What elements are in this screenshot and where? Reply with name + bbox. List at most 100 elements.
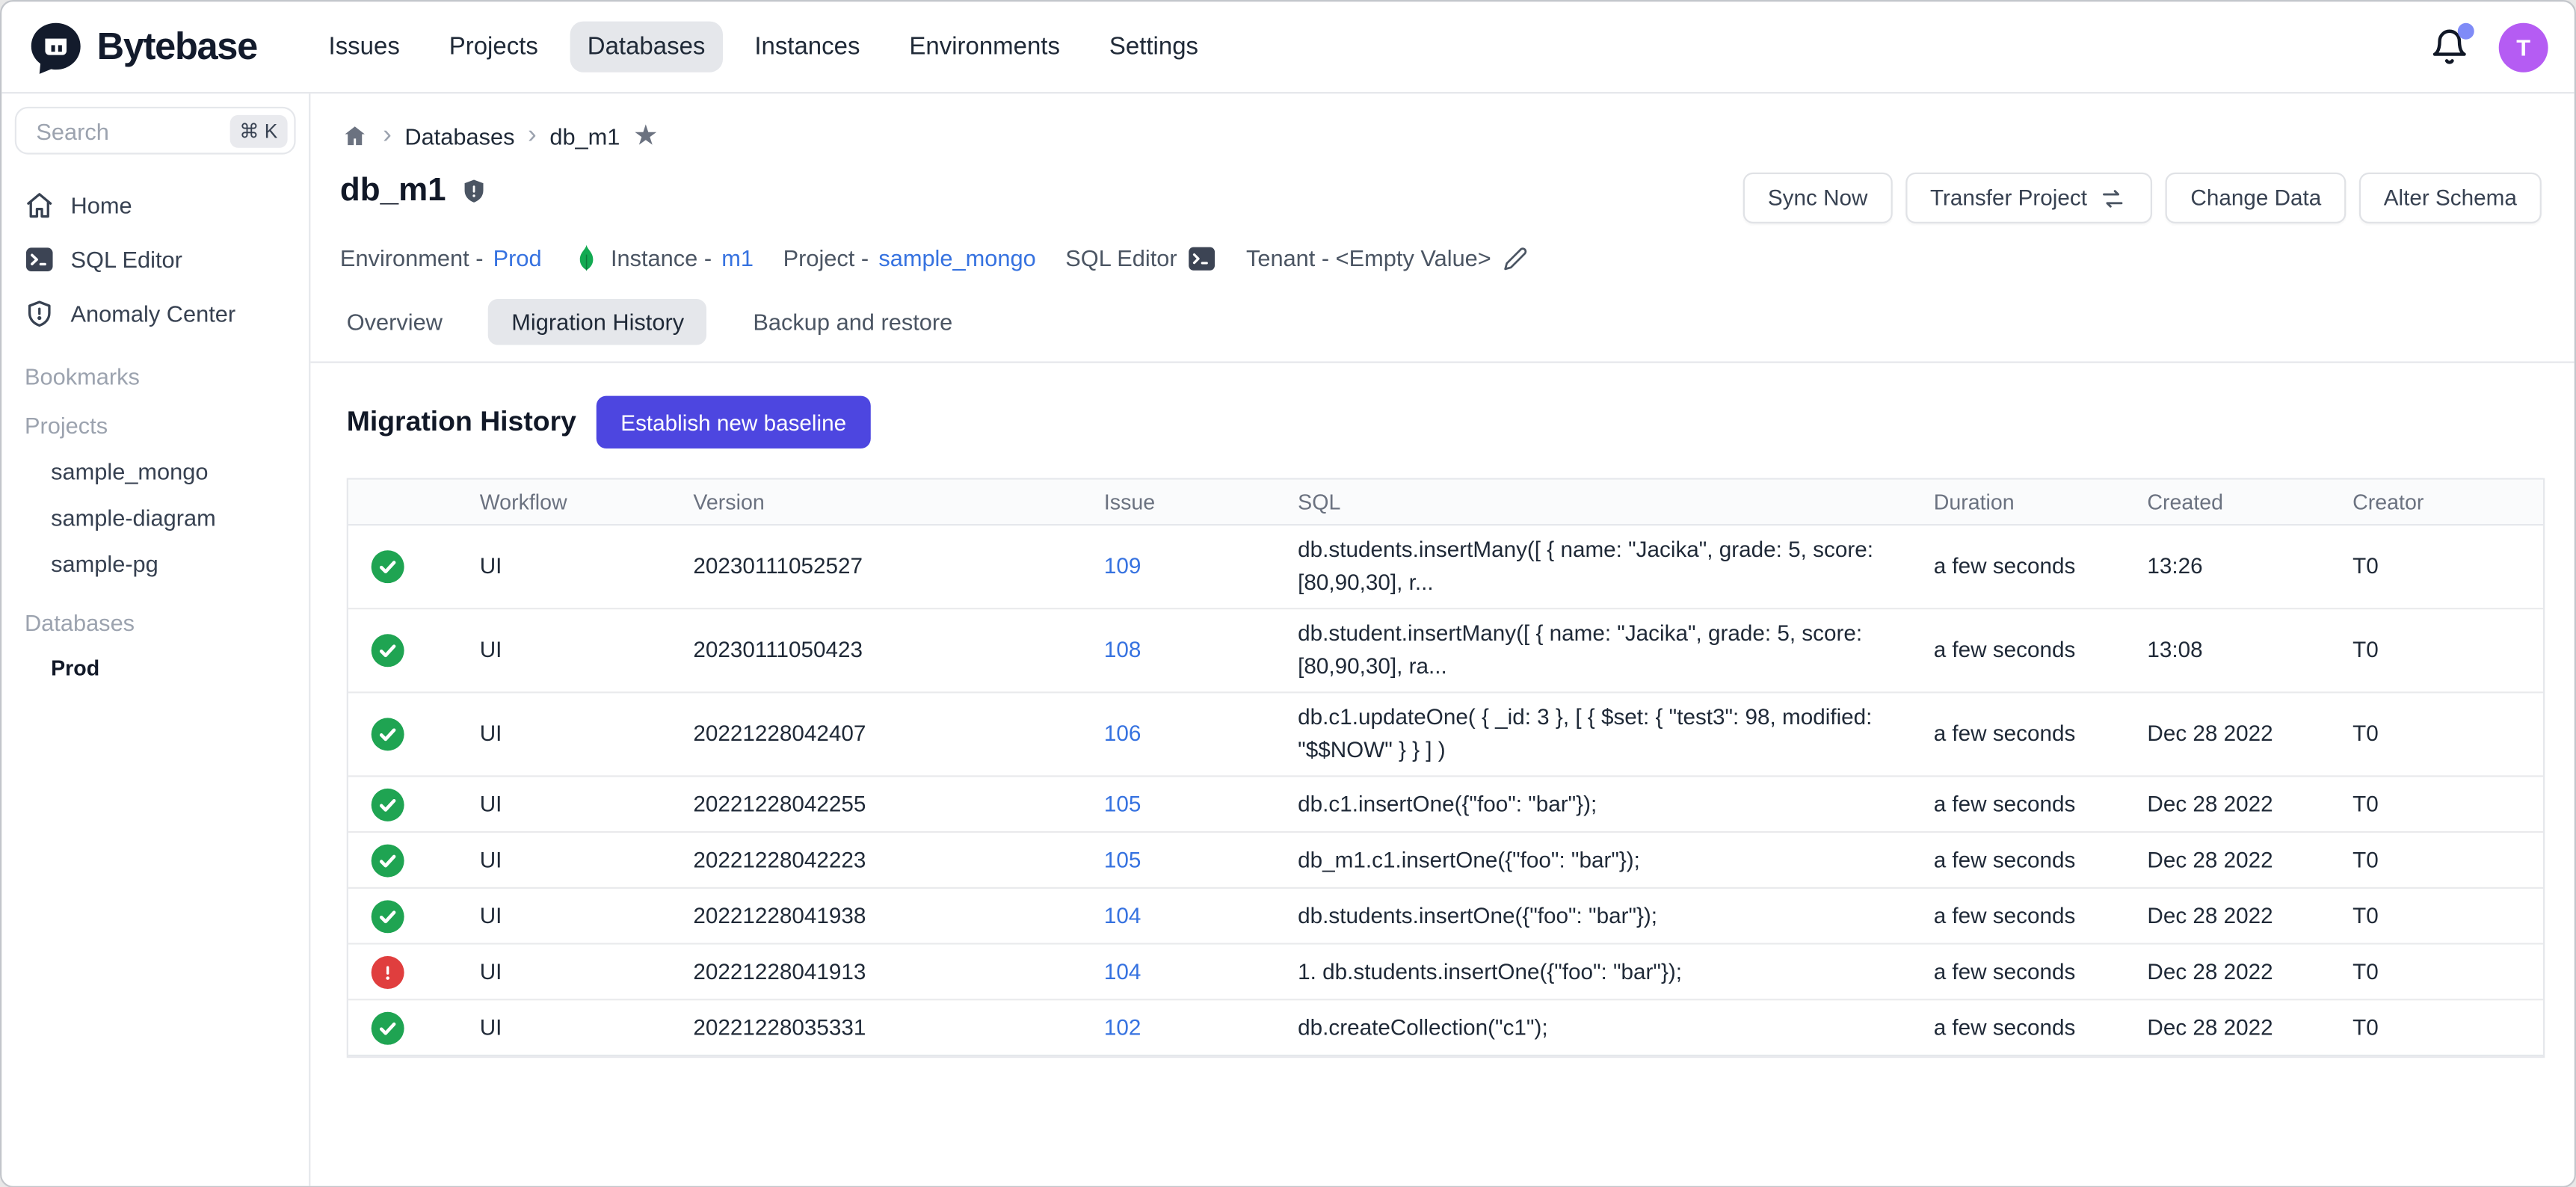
tab-backup-and-restore[interactable]: Backup and restore: [750, 299, 956, 345]
search-box[interactable]: ⌘ K: [15, 107, 296, 155]
sync-now-button[interactable]: Sync Now: [1743, 173, 1893, 223]
home-icon: [25, 190, 55, 220]
column-issue: Issue: [1078, 490, 1272, 514]
issue-link[interactable]: 105: [1104, 791, 1141, 816]
migration-history-table: Workflow Version Issue SQL Duration Crea…: [347, 478, 2545, 1058]
change-data-button[interactable]: Change Data: [2166, 173, 2346, 223]
notification-bell-button[interactable]: [2429, 27, 2469, 67]
cell-version: 20230111050423: [667, 634, 1077, 667]
brand-name: Bytebase: [97, 25, 257, 69]
cell-sql: db.c1.updateOne( { _id: 3 }, [ { $set: {…: [1272, 701, 1908, 767]
cell-sql: 1. db.students.insertOne({"foo": "bar"})…: [1272, 955, 1908, 988]
issue-link[interactable]: 109: [1104, 554, 1141, 579]
main-nav: Issues Projects Databases Instances Envi…: [310, 22, 2429, 73]
sidebar-project-sample-mongo[interactable]: sample_mongo: [15, 448, 296, 495]
shield-alert-badge-icon[interactable]: [459, 176, 489, 206]
cell-duration: a few seconds: [1908, 844, 2121, 877]
nav-projects[interactable]: Projects: [431, 22, 556, 73]
establish-baseline-button[interactable]: Establish new baseline: [596, 396, 871, 448]
page-title: db_m1: [340, 173, 489, 211]
breadcrumb-db-m1[interactable]: db_m1: [549, 123, 620, 149]
table-row: UI20230111050423108db.student.insertMany…: [348, 609, 2543, 693]
nav-instances[interactable]: Instances: [736, 22, 878, 73]
breadcrumb-home-icon[interactable]: [340, 122, 370, 152]
cell-sql: db.students.insertMany([ { name: "Jacika…: [1272, 534, 1908, 599]
environment-link[interactable]: Prod: [493, 244, 542, 271]
cell-issue: 102: [1078, 1011, 1272, 1044]
issue-link[interactable]: 104: [1104, 903, 1141, 928]
sidebar-item-sql-editor[interactable]: SQL Editor: [15, 232, 296, 286]
alter-schema-button[interactable]: Alter Schema: [2359, 173, 2542, 223]
table-row: UI20221228041938104db.students.insertOne…: [348, 889, 2543, 945]
nav-settings[interactable]: Settings: [1091, 22, 1216, 73]
cell-issue: 109: [1078, 550, 1272, 583]
sidebar-section-databases: Databases: [15, 609, 296, 635]
cell-created: Dec 28 2022: [2121, 899, 2326, 932]
sidebar-item-anomaly-center[interactable]: Anomaly Center: [15, 286, 296, 340]
column-workflow: Workflow: [454, 490, 668, 514]
cell-duration: a few seconds: [1908, 788, 2121, 821]
cell-workflow: UI: [454, 550, 668, 583]
breadcrumb-databases[interactable]: Databases: [404, 123, 514, 149]
cell-issue: 106: [1078, 718, 1272, 750]
issue-link[interactable]: 106: [1104, 721, 1141, 746]
cell-status: [348, 634, 454, 667]
avatar[interactable]: T: [2499, 22, 2548, 72]
mongodb-leaf-icon: [571, 243, 601, 273]
sidebar-project-sample-pg[interactable]: sample-pg: [15, 540, 296, 587]
nav-issues[interactable]: Issues: [310, 22, 418, 73]
sidebar-item-label: Home: [71, 191, 132, 218]
cell-duration: a few seconds: [1908, 955, 2121, 988]
bookmark-star-icon[interactable]: ★: [633, 120, 659, 152]
issue-link[interactable]: 104: [1104, 958, 1141, 983]
cell-sql: db.student.insertMany([ { name: "Jacika"…: [1272, 617, 1908, 683]
cell-created: Dec 28 2022: [2121, 844, 2326, 877]
cell-version: 20221228042255: [667, 788, 1077, 821]
cell-workflow: UI: [454, 844, 668, 877]
cell-created: Dec 28 2022: [2121, 788, 2326, 821]
cell-issue: 105: [1078, 844, 1272, 877]
search-input[interactable]: [33, 116, 229, 146]
transfer-project-button[interactable]: Transfer Project: [1905, 173, 2153, 223]
column-version: Version: [667, 490, 1077, 514]
brand-logo[interactable]: Bytebase: [28, 19, 310, 75]
column-duration: Duration: [1908, 490, 2121, 514]
issue-link[interactable]: 108: [1104, 638, 1141, 662]
issue-link[interactable]: 102: [1104, 1014, 1141, 1039]
sidebar-item-label: SQL Editor: [71, 246, 182, 272]
tab-overview[interactable]: Overview: [343, 299, 446, 345]
sidebar-project-sample-diagram[interactable]: sample-diagram: [15, 495, 296, 541]
error-exclamation-icon: [372, 955, 404, 988]
column-created: Created: [2121, 490, 2326, 514]
sidebar-database-prod[interactable]: Prod: [15, 646, 296, 690]
notification-badge: [2458, 22, 2474, 39]
instance-label: Instance -: [611, 244, 712, 271]
cell-status: [348, 718, 454, 750]
nav-environments[interactable]: Environments: [891, 22, 1078, 73]
cell-created: 13:08: [2121, 634, 2326, 667]
bytebase-window: Bytebase Issues Projects Databases Insta…: [0, 0, 2576, 1187]
issue-link[interactable]: 105: [1104, 847, 1141, 872]
shield-alert-icon: [25, 298, 55, 328]
environment-label: Environment -: [340, 244, 484, 271]
cell-status: [348, 955, 454, 988]
tab-migration-history[interactable]: Migration History: [489, 299, 707, 345]
database-name: db_m1: [340, 173, 446, 211]
cell-status: [348, 844, 454, 877]
edit-pencil-icon[interactable]: [1501, 243, 1531, 273]
success-check-icon: [372, 550, 404, 583]
sidebar-item-home[interactable]: Home: [15, 177, 296, 232]
nav-databases[interactable]: Databases: [570, 22, 724, 73]
success-check-icon: [372, 634, 404, 667]
cell-creator: T0: [2326, 634, 2546, 667]
meta-project: Project - sample_mongo: [783, 244, 1036, 271]
meta-sql-editor[interactable]: SQL Editor: [1065, 243, 1216, 273]
cell-created: Dec 28 2022: [2121, 718, 2326, 750]
chevron-right-icon: ›: [528, 123, 537, 149]
project-link[interactable]: sample_mongo: [878, 244, 1035, 271]
migration-table-body: UI20230111052527109db.students.insertMan…: [348, 525, 2543, 1056]
cell-sql: db.students.insertOne({"foo": "bar"});: [1272, 899, 1908, 932]
breadcrumb: › Databases › db_m1 ★: [310, 93, 2574, 162]
cell-created: 13:26: [2121, 550, 2326, 583]
instance-link[interactable]: m1: [721, 244, 754, 271]
